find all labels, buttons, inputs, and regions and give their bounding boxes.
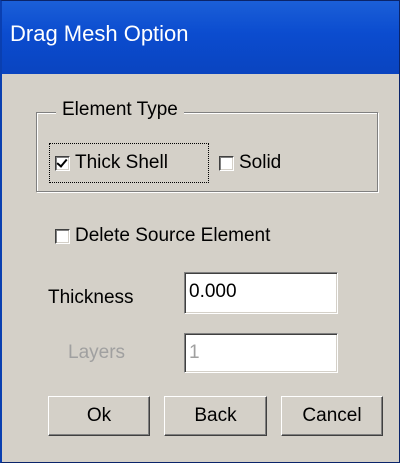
element-type-label: Element Type [56, 99, 184, 121]
thickness-label: Thickness [48, 287, 134, 308]
drag-mesh-option-dialog: Drag Mesh Option Element Type Thick Shel… [0, 0, 400, 463]
window-title: Drag Mesh Option [10, 21, 189, 46]
layers-label: Layers [68, 342, 126, 363]
thick-shell-checkbox[interactable]: Thick Shell [55, 152, 168, 174]
solid-checkbox[interactable]: Solid [219, 152, 281, 174]
solid-check-box[interactable] [219, 155, 234, 171]
delete-source-check-box[interactable] [55, 228, 70, 244]
delete-source-label: Delete Source Element [75, 225, 271, 246]
title-bar[interactable]: Drag Mesh Option [2, 1, 399, 74]
layers-input: 1 [184, 333, 338, 373]
thickness-input[interactable]: 0.000 [184, 272, 338, 314]
solid-label: Solid [239, 152, 282, 173]
back-button[interactable]: Back [164, 396, 267, 436]
thick-shell-check-box[interactable] [55, 155, 70, 171]
thick-shell-label: Thick Shell [75, 152, 168, 173]
ok-button[interactable]: Ok [48, 396, 150, 436]
cancel-button[interactable]: Cancel [281, 396, 383, 436]
delete-source-element-checkbox[interactable]: Delete Source Element [55, 225, 270, 247]
